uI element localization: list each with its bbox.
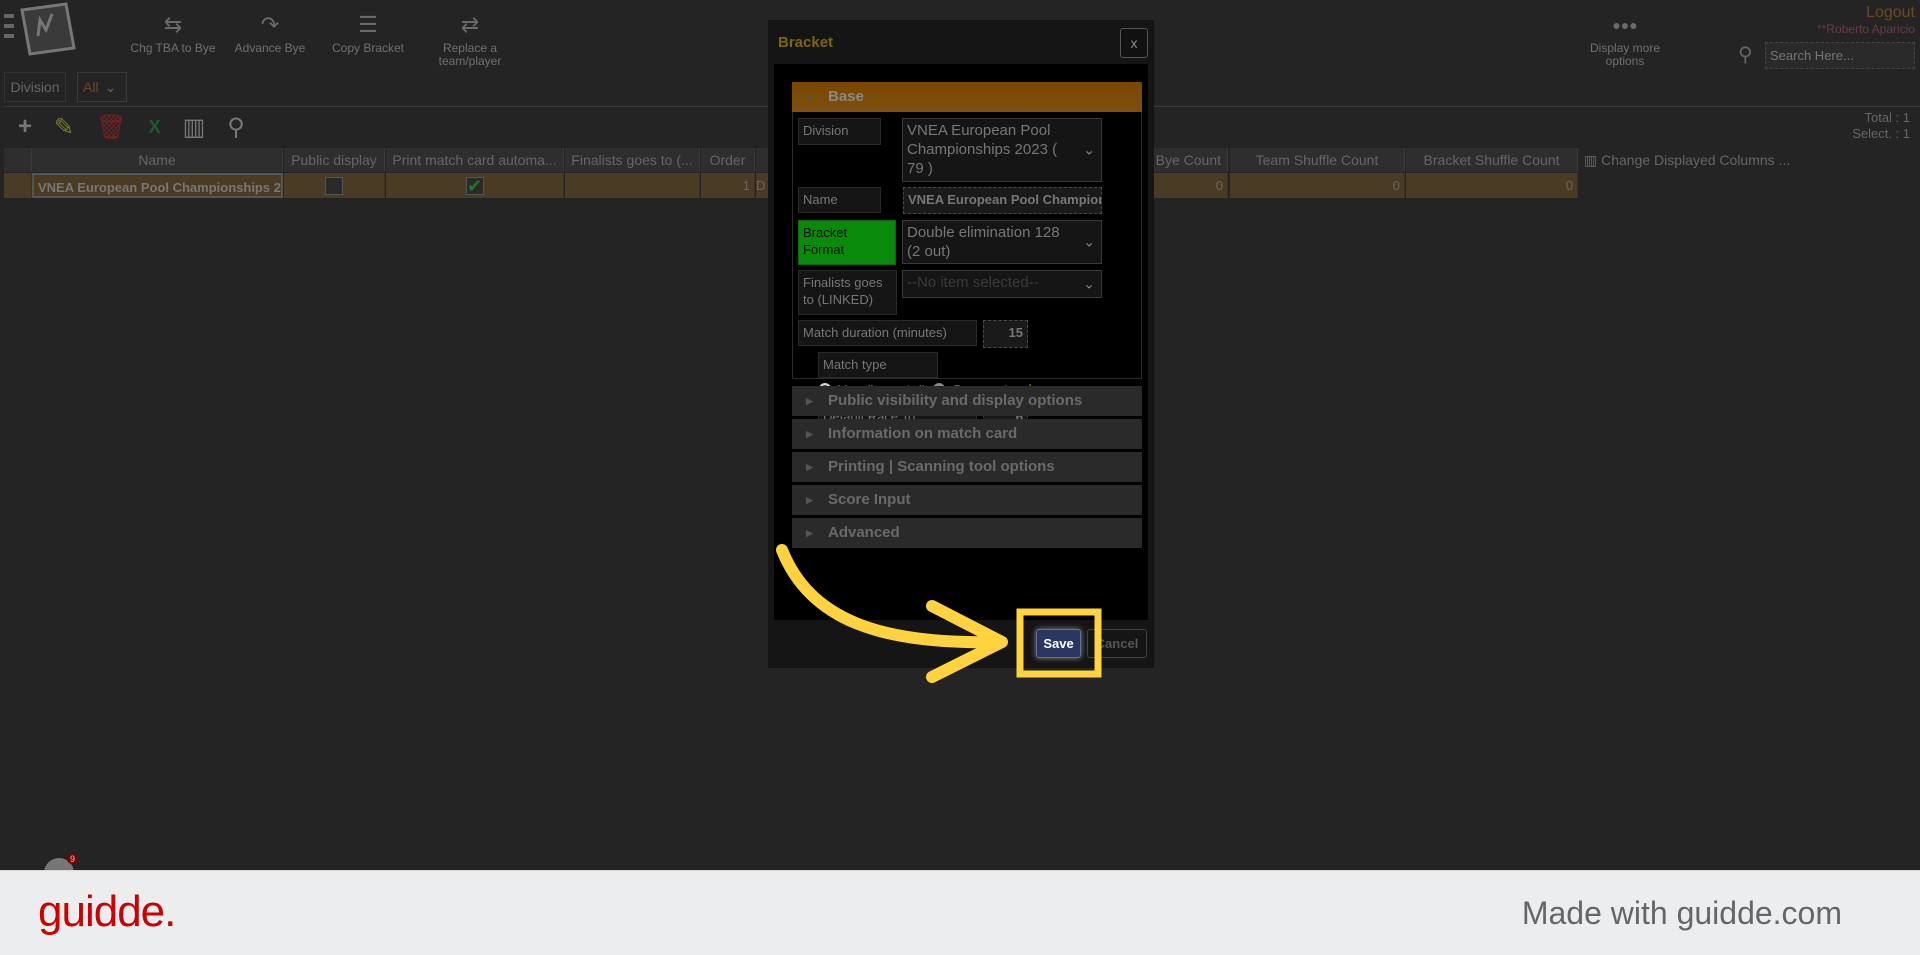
guidde-tagline: Made with guidde.com [1521,895,1842,931]
guidde-footer: guidde. Made with guidde.com [0,870,1920,955]
annotation-arrow [776,544,1102,683]
guidde-logo: guidde. [38,887,176,936]
highlight-box [1016,608,1102,678]
